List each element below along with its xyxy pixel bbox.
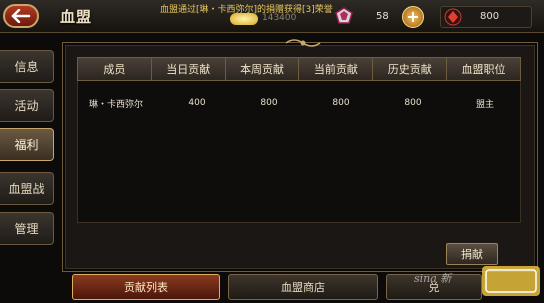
ornament-icon <box>285 39 321 47</box>
back-button[interactable] <box>3 4 39 28</box>
cell-weekly: 800 <box>260 98 278 108</box>
sidebar-tab-manage[interactable]: 管理 <box>0 212 54 245</box>
ruby-icon <box>444 8 462 26</box>
watermark-logo-icon <box>482 266 540 296</box>
table-row[interactable]: 琳・卡西弥尔 400 800 800 800 盟主 <box>77 92 521 114</box>
gem-icon <box>335 7 353 24</box>
table-header: 成员 当日贡献 本周贡献 当前贡献 历史贡献 血盟职位 <box>77 57 521 81</box>
column-header-position[interactable]: 血盟职位 <box>447 58 520 80</box>
tab-contribution-list[interactable]: 贡献列表 <box>72 274 220 300</box>
column-header-current[interactable]: 当前贡献 <box>299 58 374 80</box>
cell-position: 盟主 <box>475 99 494 110</box>
column-header-weekly[interactable]: 本周贡献 <box>226 58 300 80</box>
page-title: 血盟 <box>60 8 93 26</box>
sidebar-tab-info[interactable]: 信息 <box>0 50 54 83</box>
cell-history: 800 <box>404 98 422 108</box>
tab-label: 血盟商店 <box>281 281 325 294</box>
top-bar: 血盟 血盟通过[琳・卡西弥尔]的捐赠获得[3]荣誉 143400 58 + 80… <box>0 0 544 33</box>
sidebar-tab-label: 管理 <box>14 222 39 236</box>
column-header-member[interactable]: 成员 <box>78 58 152 80</box>
cell-member: 琳・卡西弥尔 <box>89 99 144 110</box>
sidebar-tab-label: 信息 <box>14 60 39 74</box>
contribution-table <box>77 57 521 223</box>
column-header-history[interactable]: 历史贡献 <box>373 58 448 80</box>
gem-count: 58 <box>376 11 389 22</box>
gold-value: 143400 <box>262 13 297 23</box>
sidebar-tab-label: 福利 <box>14 138 39 152</box>
currency-value: 800 <box>480 11 500 22</box>
cell-current: 800 <box>332 98 350 108</box>
sidebar-tab-welfare[interactable]: 福利 <box>0 128 54 161</box>
watermark: sina 新 <box>414 272 452 285</box>
sidebar-tab-clan-war[interactable]: 血盟战 <box>0 172 54 205</box>
tab-clan-shop[interactable]: 血盟商店 <box>228 274 378 300</box>
back-arrow-icon <box>11 9 31 23</box>
sidebar-tab-label: 血盟战 <box>8 182 45 196</box>
sidebar-tab-label: 活动 <box>14 99 39 113</box>
tab-label: 贡献列表 <box>124 281 168 294</box>
gold-coin-icon <box>230 13 258 25</box>
column-header-daily[interactable]: 当日贡献 <box>152 58 226 80</box>
sidebar-tab-activity[interactable]: 活动 <box>0 89 54 122</box>
add-currency-button[interactable]: + <box>402 6 424 28</box>
cell-daily: 400 <box>188 98 206 108</box>
